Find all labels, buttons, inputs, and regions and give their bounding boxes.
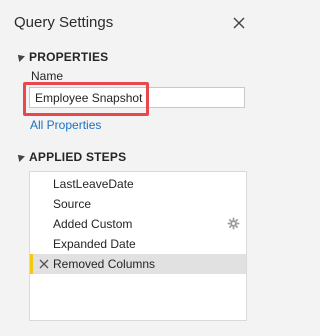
- step-item-source[interactable]: Source: [30, 194, 246, 214]
- step-label: LastLeaveDate: [53, 177, 134, 191]
- query-settings-pane: Query Settings PROPERTIES Name All Prope…: [0, 0, 268, 336]
- collapse-triangle-icon: [15, 52, 25, 62]
- applied-steps-list: LastLeaveDate Source Added Custom Expand…: [29, 171, 247, 321]
- step-item-lastleavedate[interactable]: LastLeaveDate: [30, 174, 246, 194]
- step-label: Added Custom: [53, 217, 133, 231]
- applied-steps-section-header[interactable]: APPLIED STEPS: [15, 150, 127, 164]
- close-icon[interactable]: [229, 13, 249, 33]
- collapse-triangle-icon: [15, 152, 25, 162]
- applied-steps-heading: APPLIED STEPS: [29, 150, 127, 164]
- step-label: Removed Columns: [53, 257, 156, 271]
- properties-heading: PROPERTIES: [29, 50, 109, 64]
- step-item-expanded-date[interactable]: Expanded Date: [30, 234, 246, 254]
- step-item-added-custom[interactable]: Added Custom: [30, 214, 246, 234]
- step-item-removed-columns[interactable]: Removed Columns: [30, 254, 246, 274]
- step-label: Expanded Date: [53, 237, 136, 251]
- pane-title: Query Settings: [14, 14, 114, 31]
- step-label: Source: [53, 197, 92, 211]
- gear-icon[interactable]: [227, 217, 240, 230]
- delete-x-icon[interactable]: [38, 258, 50, 270]
- all-properties-link[interactable]: All Properties: [30, 118, 101, 132]
- query-name-input[interactable]: [29, 87, 245, 108]
- properties-section-header[interactable]: PROPERTIES: [15, 50, 109, 64]
- name-label: Name: [31, 69, 64, 83]
